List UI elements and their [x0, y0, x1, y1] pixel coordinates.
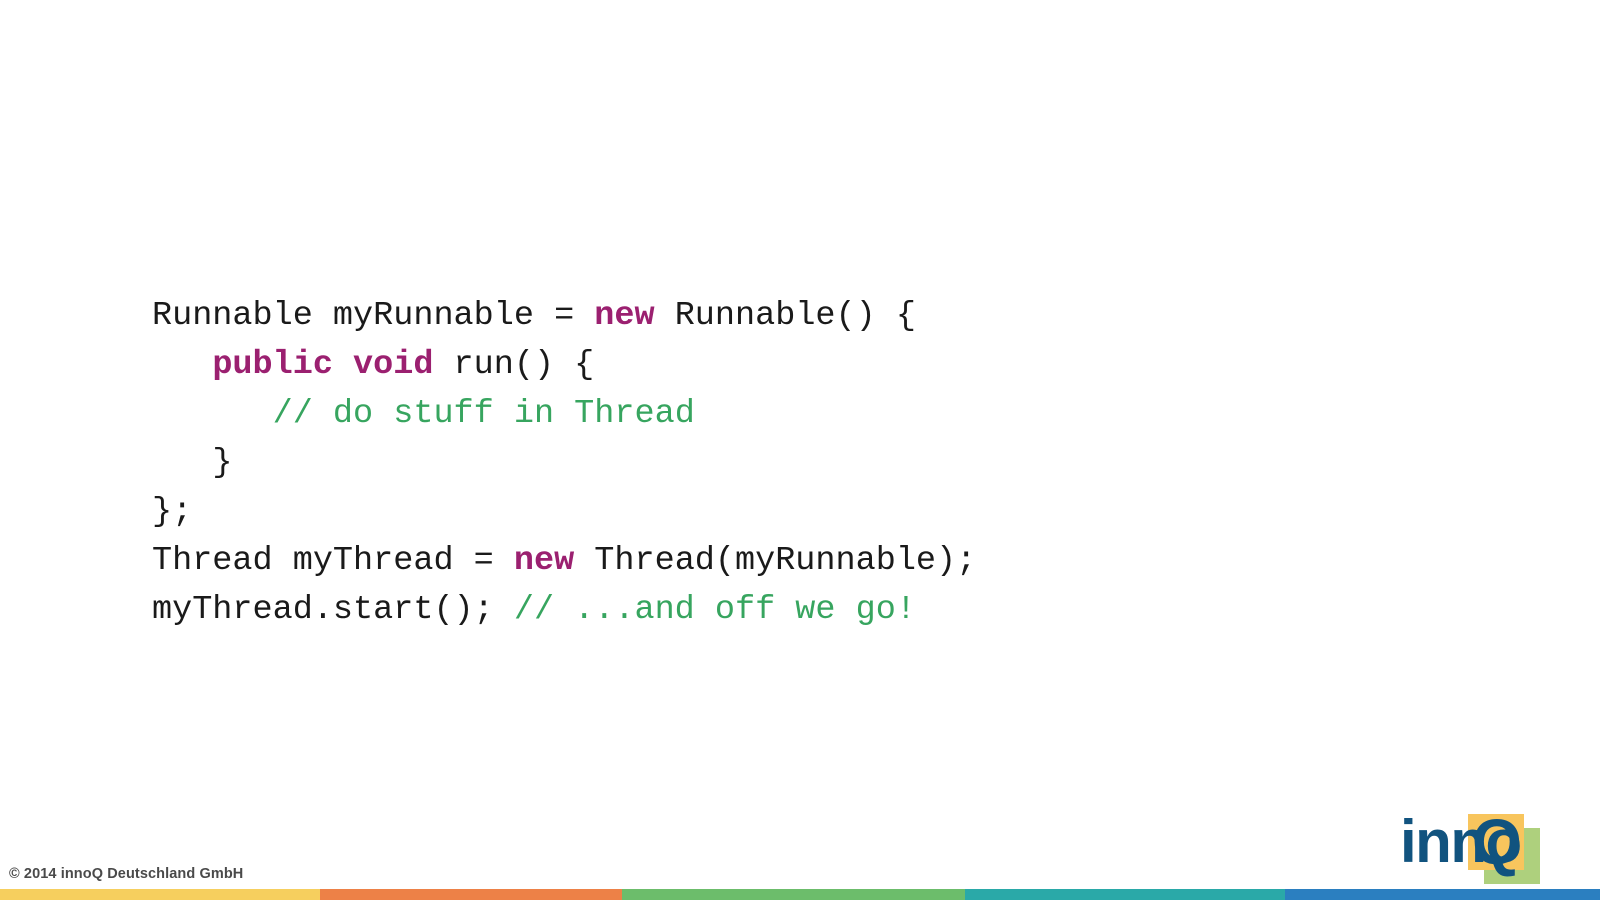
code-line: Thread myThread = new Thread(myRunnable)…	[152, 537, 976, 586]
bottom-bar-segment-blue	[1285, 889, 1600, 900]
bottom-bar-segment-teal	[965, 889, 1285, 900]
bottom-bar-segment-orange	[320, 889, 622, 900]
code-line: };	[152, 488, 976, 537]
logo-wordmark: inno Q	[1398, 806, 1574, 884]
bottom-bar-segment-yellow	[0, 889, 320, 900]
code-line: myThread.start(); // ...and off we go!	[152, 586, 976, 635]
code-line: public void run() {	[152, 341, 976, 390]
code-token-plain: Runnable myRunnable =	[152, 296, 595, 335]
logo-text-q: Q	[1472, 806, 1522, 878]
code-token-plain: run() {	[433, 345, 595, 384]
code-token-plain: };	[152, 492, 193, 531]
innoq-logo: inno Q	[1398, 806, 1574, 884]
code-block: Runnable myRunnable = new Runnable() { p…	[152, 292, 976, 635]
code-token-plain: Thread(myRunnable);	[574, 541, 977, 580]
slide-canvas: Runnable myRunnable = new Runnable() { p…	[0, 0, 1600, 900]
code-token-plain: myThread.start();	[152, 590, 514, 629]
code-token-keyword: new	[594, 296, 655, 335]
code-token-comment: // do stuff in Thread	[272, 394, 695, 433]
code-token-keyword: new	[513, 541, 575, 580]
code-line: Runnable myRunnable = new Runnable() {	[152, 292, 976, 341]
bottom-bar-segment-green	[622, 889, 965, 900]
code-token-plain: }	[212, 443, 233, 482]
code-line: }	[152, 439, 976, 488]
code-token-comment: // ...and off we go!	[513, 590, 916, 629]
code-token-plain: Runnable() {	[654, 296, 916, 335]
code-token-keyword: public void	[212, 345, 434, 384]
code-token-plain: Thread myThread =	[152, 541, 514, 580]
footer-copyright: © 2014 innoQ Deutschland GmbH	[9, 866, 244, 882]
code-line: // do stuff in Thread	[152, 390, 976, 439]
bottom-color-bar	[0, 889, 1600, 900]
